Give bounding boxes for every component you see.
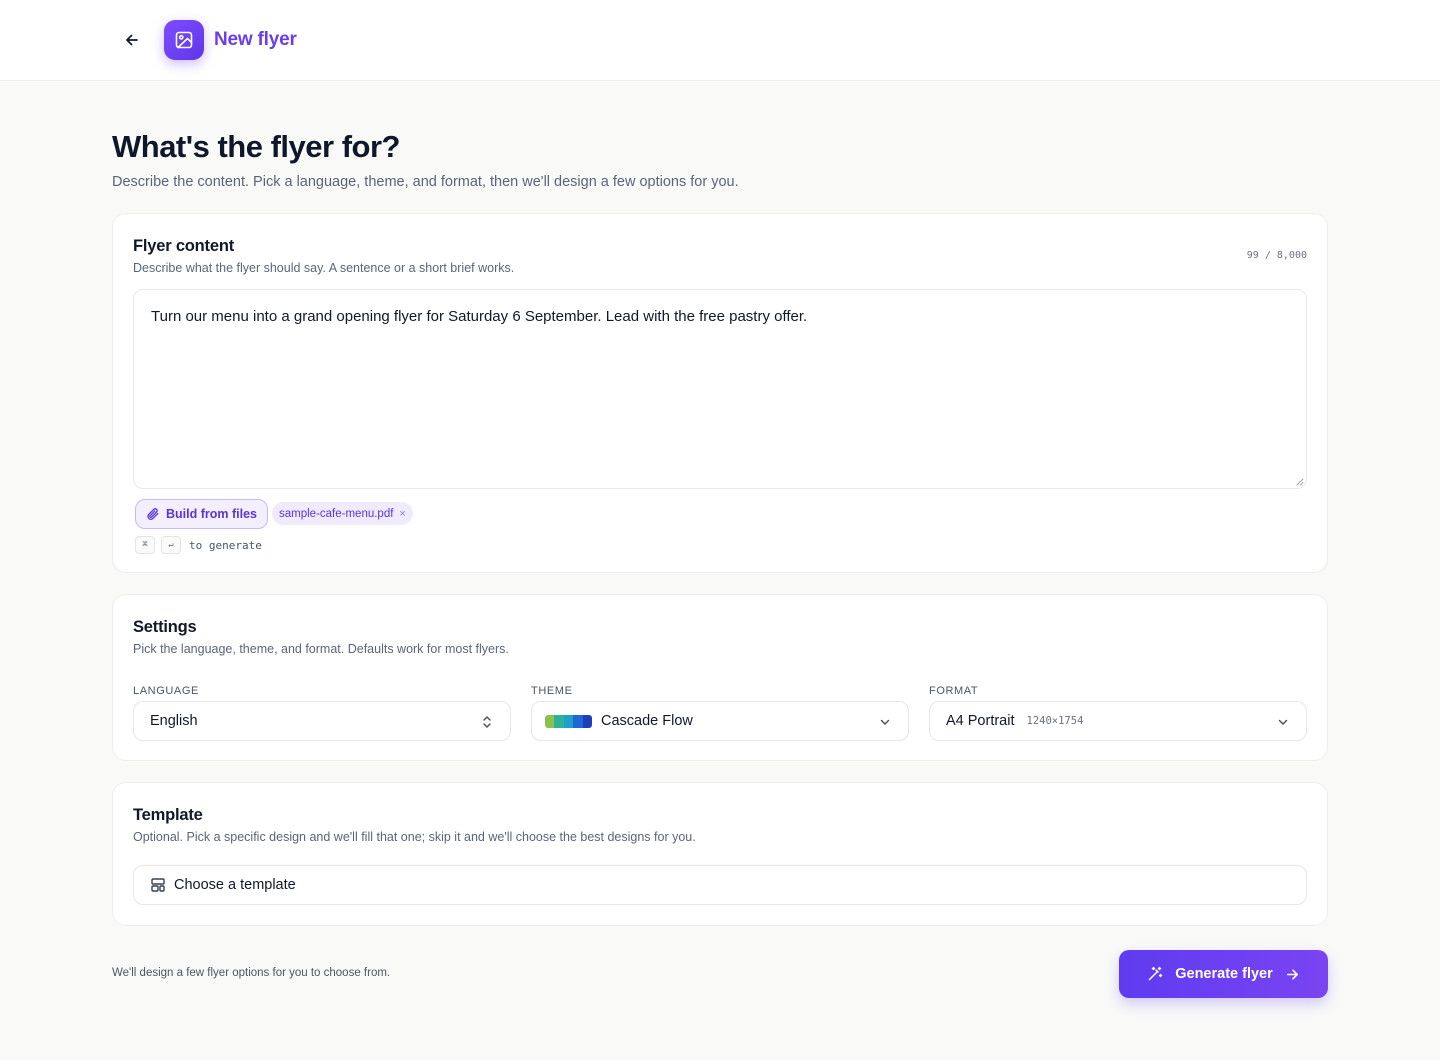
swatch-color (554, 714, 564, 728)
format-dimensions: 1240×1754 (1026, 715, 1084, 727)
page-subtitle: Describe the content. Pick a language, t… (112, 174, 739, 190)
theme-color-swatch (545, 714, 592, 728)
language-value: English (150, 713, 198, 729)
card-title: Settings (133, 618, 197, 636)
image-icon (175, 31, 193, 49)
theme-select[interactable]: Cascade Flow (531, 701, 909, 741)
flyer-content-textarea[interactable]: Turn our menu into a grand opening flyer… (133, 289, 1307, 489)
choose-template-label: Choose a template (174, 877, 296, 893)
chevron-down-icon (1278, 719, 1288, 725)
settings-card: Settings Pick the language, theme, and f… (112, 594, 1328, 761)
theme-value: Cascade Flow (601, 713, 693, 729)
format-select[interactable]: A4 Portrait 1240×1754 (929, 701, 1307, 741)
arrow-right-icon (1286, 968, 1298, 980)
footer-note: We'll design a few flyer options for you… (112, 967, 391, 979)
build-from-files-button[interactable]: Build from files (135, 499, 268, 529)
arrow-left-icon (126, 34, 138, 46)
magic-wand-icon (1148, 966, 1163, 981)
language-label: Language (133, 685, 199, 697)
swatch-color (573, 714, 583, 728)
character-counter: 99 / 8,000 (1246, 250, 1307, 261)
flyer-content-card: Flyer content Describe what the flyer sh… (112, 213, 1328, 573)
app-logo (164, 20, 204, 60)
card-description: Describe what the flyer should say. A se… (133, 261, 515, 275)
card-title: Flyer content (133, 237, 235, 255)
paperclip-icon (147, 508, 159, 520)
language-select[interactable]: English (133, 701, 511, 741)
chevron-down-icon (880, 719, 890, 725)
build-button-label: Build from files (166, 507, 257, 521)
remove-file-icon[interactable]: × (399, 508, 405, 520)
swatch-color (582, 714, 592, 728)
format-label: Format (929, 685, 979, 697)
chevron-up-down-icon (483, 716, 491, 728)
command-key: ⌘ (135, 536, 155, 554)
theme-label: Theme (531, 685, 573, 697)
shortcut-hint: to generate (189, 539, 262, 552)
format-value: A4 Portrait (946, 713, 1015, 729)
attached-file-chip: sample-cafe-menu.pdf × (272, 502, 413, 525)
card-description: Pick the language, theme, and format. De… (133, 642, 509, 656)
resize-grip-icon[interactable] (1295, 477, 1304, 486)
swatch-color (545, 714, 555, 728)
template-card: Template Optional. Pick a specific desig… (112, 782, 1328, 926)
back-button[interactable] (118, 26, 146, 54)
choose-template-button[interactable]: Choose a template (133, 865, 1307, 905)
enter-key: ↵ (161, 536, 181, 554)
textarea-value: Turn our menu into a grand opening flyer… (151, 308, 808, 325)
app-title: New flyer (214, 29, 297, 50)
card-title: Template (133, 806, 203, 824)
top-bar: New flyer (0, 0, 1440, 81)
attached-file-name: sample-cafe-menu.pdf (279, 507, 394, 520)
card-description: Optional. Pick a specific design and we'… (133, 830, 696, 844)
page-title: What's the flyer for? (112, 129, 400, 164)
swatch-color (563, 714, 574, 728)
generate-flyer-label: Generate flyer (1175, 966, 1273, 982)
generate-flyer-button[interactable]: Generate flyer (1119, 950, 1328, 998)
layout-template-icon (151, 878, 165, 892)
